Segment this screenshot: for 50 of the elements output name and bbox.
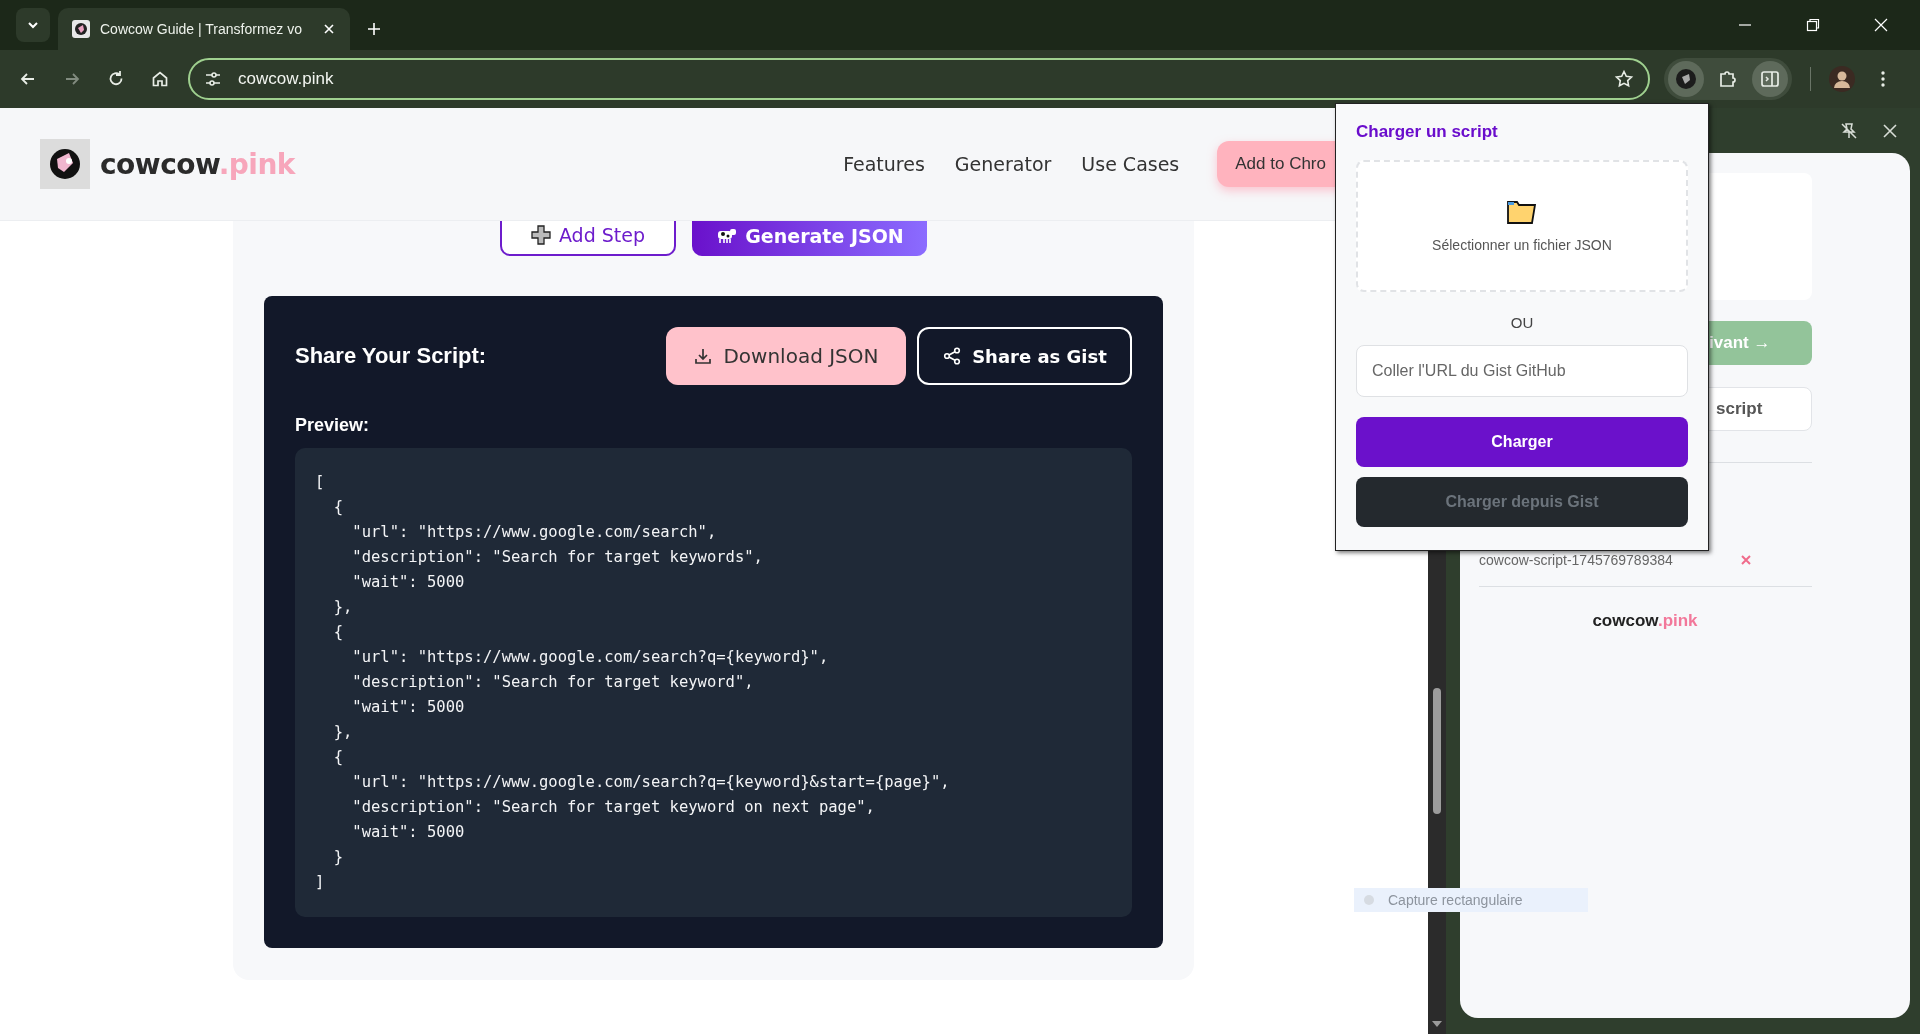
file-label: Sélectionner un fichier JSON xyxy=(1432,237,1612,253)
home-icon[interactable] xyxy=(150,69,170,89)
preview-label: Preview: xyxy=(295,415,371,436)
add-step-button[interactable]: Add Step xyxy=(500,221,676,256)
close-icon[interactable] xyxy=(1882,122,1898,139)
code-preview: [ { "url": "https://www.google.com/search", "description": "Search for target keywords", "wait": 5000 }, { "url": "https://www.google.com/search?q={keyword}", "description": "Search for target keyword", "wait": 5000 }, { "url": "https://www.google.com/search?q={keyword}&start={page}", "description": "Search for target keyword on next page", "wait": 5000 } ] xyxy=(295,448,1132,917)
popup-title: Charger un script xyxy=(1356,122,1499,142)
nav-link[interactable]: Features xyxy=(843,153,925,175)
share-title: Share Your Script: xyxy=(295,343,487,369)
share-icon xyxy=(942,346,963,366)
side-panel-icon xyxy=(1759,68,1781,90)
separator-text: OU xyxy=(1510,314,1534,331)
tooltip-text: Capture rectangulaire xyxy=(1388,892,1523,908)
scroll-down-icon[interactable] xyxy=(1431,1020,1443,1028)
puzzle-icon xyxy=(1717,68,1739,90)
favicon-icon xyxy=(72,20,90,38)
file-drop-zone[interactable]: Sélectionner un fichier JSON xyxy=(1356,160,1688,292)
load-button[interactable]: Charger xyxy=(1356,417,1688,467)
cow-icon xyxy=(715,227,738,245)
gist-url-field[interactable]: Coller l'URL du Gist GitHub xyxy=(1356,345,1688,397)
tab-title: Cowcow Guide | Transformez vo xyxy=(100,21,304,37)
generate-json-button[interactable]: Generate JSON xyxy=(692,221,927,256)
tab-list-button[interactable] xyxy=(16,8,50,42)
folder-icon xyxy=(1506,199,1538,225)
saved-script-name[interactable]: cowcow-script-1745769789384 xyxy=(1479,552,1673,568)
restore-icon[interactable] xyxy=(1806,18,1820,32)
nav-link[interactable]: Use Cases xyxy=(1081,153,1180,175)
profile-avatar[interactable] xyxy=(1829,66,1855,92)
extension-button[interactable] xyxy=(1668,61,1704,97)
url-text: cowcow.pink xyxy=(238,69,334,89)
footer-logo: cowcow.pink xyxy=(1592,611,1698,631)
download-json-button[interactable]: Download JSON xyxy=(666,327,906,385)
download-icon xyxy=(693,346,714,366)
logo-icon xyxy=(40,139,90,189)
nav-link[interactable]: Generator xyxy=(954,153,1052,175)
side-panel-button[interactable] xyxy=(1752,61,1788,97)
browser-tab[interactable]: Cowcow Guide | Transformez vo xyxy=(58,8,350,50)
address-bar[interactable]: cowcow.pink xyxy=(188,58,1650,100)
share-gist-button[interactable]: Share as Gist xyxy=(917,327,1132,385)
extension-logo-icon xyxy=(1675,68,1697,90)
new-tab-icon[interactable] xyxy=(366,21,382,37)
unpin-icon[interactable] xyxy=(1840,121,1858,140)
dot-icon xyxy=(1364,895,1374,905)
close-icon[interactable] xyxy=(322,22,336,36)
logo-text[interactable]: cowcow.pink xyxy=(100,147,295,181)
delete-icon[interactable] xyxy=(1740,554,1752,566)
scrollbar-thumb[interactable] xyxy=(1433,688,1441,814)
site-settings-icon[interactable] xyxy=(204,70,222,88)
star-icon[interactable] xyxy=(1614,69,1634,89)
plus-icon xyxy=(530,225,551,245)
